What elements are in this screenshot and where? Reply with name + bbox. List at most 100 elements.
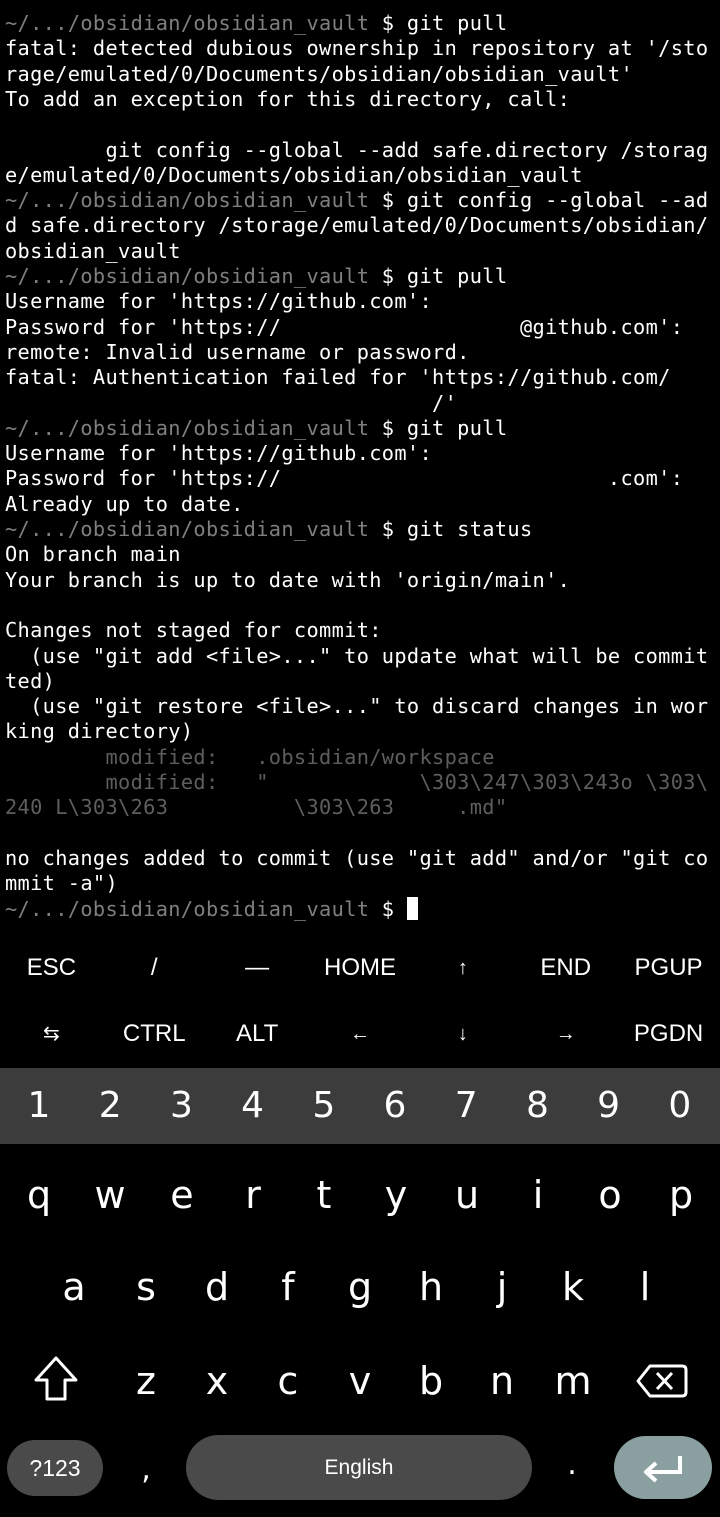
extra-key[interactable]: ↓ bbox=[411, 1004, 514, 1064]
number-key[interactable]: 1 bbox=[3, 1068, 75, 1144]
letter-key[interactable]: m bbox=[537, 1336, 609, 1426]
letter-key[interactable]: f bbox=[252, 1242, 324, 1332]
extra-key[interactable]: HOME bbox=[309, 938, 412, 998]
number-key[interactable]: 7 bbox=[430, 1068, 502, 1144]
extra-key[interactable]: ← bbox=[309, 1004, 412, 1064]
letter-key[interactable]: k bbox=[537, 1242, 609, 1332]
output-line: obsidian_vault bbox=[5, 238, 181, 263]
letter-key[interactable]: j bbox=[466, 1242, 538, 1332]
number-key[interactable]: 9 bbox=[573, 1068, 645, 1144]
modified-file-line: 240 L\303\263 \303\263 .md" bbox=[5, 795, 508, 820]
output-line: Changes not staged for commit: bbox=[5, 618, 382, 643]
output-line: mmit -a") bbox=[5, 871, 119, 896]
letter-key[interactable]: d bbox=[181, 1242, 253, 1332]
period-key[interactable]: . bbox=[536, 1435, 608, 1500]
letter-key[interactable]: b bbox=[395, 1336, 467, 1426]
output-line: On branch main bbox=[5, 542, 181, 567]
backspace-key[interactable] bbox=[624, 1336, 700, 1426]
letter-key[interactable]: v bbox=[324, 1336, 396, 1426]
terminal-output[interactable]: ~/.../obsidian/obsidian_vault $ git pull… bbox=[0, 10, 720, 930]
prompt-line: ~/.../obsidian/obsidian_vault $ git pull bbox=[5, 263, 507, 289]
extra-key[interactable]: → bbox=[514, 1004, 617, 1064]
letter-key[interactable]: n bbox=[466, 1336, 538, 1426]
letter-key[interactable]: x bbox=[181, 1336, 253, 1426]
backspace-icon bbox=[636, 1364, 688, 1398]
command-text: $ bbox=[369, 896, 407, 921]
command-text: $ git pull bbox=[369, 11, 508, 35]
output-line: /' bbox=[5, 390, 458, 415]
letter-key[interactable]: z bbox=[110, 1336, 182, 1426]
prompt-path: ~/.../obsidian/obsidian_vault bbox=[5, 264, 370, 288]
symbols-key[interactable]: ?123 bbox=[7, 1440, 103, 1496]
extra-keys-bar: ESC / — HOME ↑ END PGUP ⇆ CTRL ALT ← ↓ → PGDN bbox=[0, 935, 720, 1068]
extra-key[interactable]: END bbox=[514, 938, 617, 998]
prompt-path: ~/.../obsidian/obsidian_vault bbox=[5, 415, 370, 440]
letter-key[interactable]: l bbox=[609, 1242, 681, 1332]
extra-key[interactable]: CTRL bbox=[103, 1004, 206, 1064]
letter-key[interactable]: a bbox=[38, 1242, 110, 1332]
output-line: e/emulated/0/Documents/obsidian/obsidian… bbox=[5, 162, 583, 187]
prompt-line: ~/.../obsidian/obsidian_vault $ git conf… bbox=[5, 187, 708, 213]
letter-key[interactable]: w bbox=[74, 1150, 146, 1240]
extra-key[interactable]: / bbox=[103, 938, 206, 998]
enter-key[interactable] bbox=[614, 1436, 712, 1499]
output-line: (use "git add <file>..." to update what … bbox=[5, 643, 709, 668]
command-text: $ git status bbox=[369, 517, 533, 541]
output-line: (use "git restore <file>..." to discard … bbox=[5, 694, 709, 719]
letter-key[interactable]: c bbox=[252, 1336, 324, 1426]
letter-key[interactable]: t bbox=[288, 1150, 360, 1240]
soft-keyboard: 1234567890 qwertyuiop asdfghjkl zxcvbnm ?1… bbox=[0, 1068, 720, 1517]
letter-key[interactable]: e bbox=[146, 1150, 218, 1240]
letter-key[interactable]: o bbox=[574, 1150, 646, 1240]
output-line: d safe.directory /storage/emulated/0/Doc… bbox=[5, 213, 709, 238]
enter-icon bbox=[644, 1456, 682, 1483]
extra-key[interactable]: ↑ bbox=[411, 938, 514, 998]
number-key[interactable]: 5 bbox=[288, 1068, 360, 1144]
output-line: king directory) bbox=[5, 719, 194, 744]
letter-key[interactable]: p bbox=[645, 1150, 717, 1240]
letter-key[interactable]: q bbox=[3, 1150, 75, 1240]
output-line: Already up to date. bbox=[5, 491, 244, 516]
number-key[interactable]: 0 bbox=[644, 1068, 716, 1144]
number-key[interactable]: 6 bbox=[359, 1068, 431, 1144]
output-line: ted) bbox=[5, 668, 56, 693]
number-key[interactable]: 2 bbox=[74, 1068, 146, 1144]
extra-key[interactable]: PGDN bbox=[617, 1004, 720, 1064]
prompt-path: ~/.../obsidian/obsidian_vault bbox=[5, 188, 370, 213]
letter-key[interactable]: r bbox=[217, 1150, 289, 1240]
output-line: Username for 'https://github.com': bbox=[5, 441, 433, 466]
prompt-path: ~/.../obsidian/obsidian_vault bbox=[5, 517, 370, 541]
text-cursor bbox=[406, 896, 418, 920]
shift-icon bbox=[34, 1356, 78, 1401]
letter-key[interactable]: g bbox=[324, 1242, 396, 1332]
output-line: Password for 'https:// .com': bbox=[5, 466, 684, 491]
output-line: Your branch is up to date with 'origin/m… bbox=[5, 567, 571, 592]
output-line: remote: Invalid username or password. bbox=[5, 339, 470, 364]
output-line: fatal: Authentication failed for 'https:… bbox=[5, 365, 671, 390]
output-line: fatal: detected dubious ownership in rep… bbox=[5, 36, 709, 61]
space-key[interactable]: English bbox=[186, 1435, 532, 1500]
extra-key[interactable]: ALT bbox=[206, 1004, 309, 1064]
extra-key[interactable]: ⇆ bbox=[0, 1004, 103, 1064]
letter-key[interactable]: i bbox=[502, 1150, 574, 1240]
extra-key[interactable]: — bbox=[206, 938, 309, 998]
extra-key[interactable]: PGUP bbox=[617, 938, 720, 998]
letter-key[interactable]: h bbox=[395, 1242, 467, 1332]
number-key[interactable]: 8 bbox=[501, 1068, 573, 1144]
shift-key[interactable] bbox=[18, 1336, 94, 1426]
prompt-line: ~/.../obsidian/obsidian_vault $ git pull bbox=[5, 10, 507, 36]
comma-key[interactable]: , bbox=[110, 1435, 182, 1500]
letter-key[interactable]: s bbox=[110, 1242, 182, 1332]
letter-key[interactable]: u bbox=[431, 1150, 503, 1240]
extra-key[interactable]: ESC bbox=[0, 938, 103, 998]
number-key[interactable]: 3 bbox=[145, 1068, 217, 1144]
prompt-path: ~/.../obsidian/obsidian_vault bbox=[5, 11, 370, 35]
prompt-path: ~/.../obsidian/obsidian_vault bbox=[5, 896, 370, 921]
command-text: $ git config --global --ad bbox=[369, 188, 709, 213]
number-key[interactable]: 4 bbox=[217, 1068, 289, 1144]
output-line: To add an exception for this directory, … bbox=[5, 86, 571, 111]
letter-key[interactable]: y bbox=[360, 1150, 432, 1240]
output-line: rage/emulated/0/Documents/obsidian/obsid… bbox=[5, 61, 634, 86]
command-text: $ git pull bbox=[369, 415, 508, 440]
prompt-line: ~/.../obsidian/obsidian_vault $ git stat… bbox=[5, 516, 533, 542]
